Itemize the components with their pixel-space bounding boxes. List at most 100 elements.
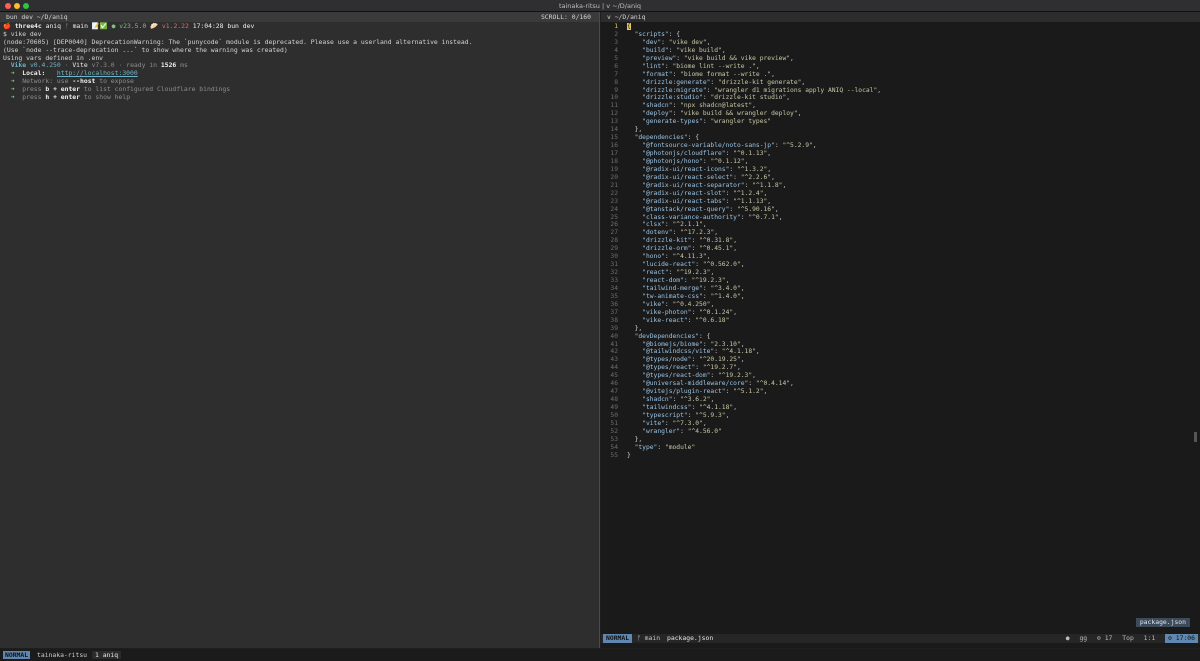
code-token: : {: [687, 134, 700, 142]
code-token: "@types/react": [642, 364, 696, 372]
code-token: ,: [786, 94, 791, 102]
code-line[interactable]: 28 "drizzle-kit": "^0.31.8",: [601, 237, 1200, 245]
terminal-pane[interactable]: bun dev ~/D/aniq SCROLL: 0/160 🍎 three4c…: [0, 12, 600, 648]
code-line[interactable]: 27 "dotenv": "^17.2.3",: [601, 229, 1200, 237]
code-line[interactable]: 34 "tailwind-merge": "^3.4.0",: [601, 285, 1200, 293]
code-line[interactable]: 51 "vite": "^7.3.0",: [601, 420, 1200, 428]
code-line[interactable]: 2 "scripts": {: [601, 31, 1200, 39]
code-line[interactable]: 25 "class-variance-authority": "^0.7.1",: [601, 214, 1200, 222]
code-line[interactable]: 16 "@fontsource-variable/noto-sans-jp": …: [601, 142, 1200, 150]
code-line[interactable]: 52 "wrangler": "^4.56.0": [601, 428, 1200, 436]
code-line[interactable]: 35 "tw-animate-css": "^1.4.0",: [601, 293, 1200, 301]
code-token: "shadcn": [642, 102, 673, 110]
code-line[interactable]: 42 "@tailwindcss/vite": "^4.1.18",: [601, 348, 1200, 356]
code-line[interactable]: 12 "deploy": "vike build && wrangler dep…: [601, 110, 1200, 118]
code-line[interactable]: 40 "devDependencies": {: [601, 333, 1200, 341]
code-text: "@radix-ui/react-slot": "^1.2.4",: [627, 190, 767, 198]
line-number: 35: [610, 292, 618, 300]
line-number: 32: [610, 269, 618, 277]
code-line[interactable]: 37 "vike-photon": "^0.1.24",: [601, 309, 1200, 317]
code-line[interactable]: 43 "@types/node": "^20.19.25",: [601, 356, 1200, 364]
code-line[interactable]: 20 "@radix-ui/react-select": "^2.2.6",: [601, 174, 1200, 182]
code-line[interactable]: 26 "clsx": "^2.1.1",: [601, 221, 1200, 229]
code-line[interactable]: 48 "shadcn": "^3.6.2",: [601, 396, 1200, 404]
code-line[interactable]: 4 "build": "vike build",: [601, 47, 1200, 55]
line-number: 34: [610, 284, 618, 292]
line-number: 50: [610, 411, 618, 419]
line-number: 17: [610, 150, 618, 157]
code-line[interactable]: 38 "vike-react": "^0.6.18": [601, 317, 1200, 325]
code-line[interactable]: 23 "@radix-ui/react-tabs": "^1.1.13",: [601, 198, 1200, 206]
code-line[interactable]: 5 "preview": "vike build && vike preview…: [601, 55, 1200, 63]
code-line[interactable]: 36 "vike": "^0.4.250",: [601, 301, 1200, 309]
code-line[interactable]: 30 "hono": "^4.11.3",: [601, 253, 1200, 261]
code-token: ,: [744, 157, 749, 165]
code-line[interactable]: 47 "@vitejs/plugin-react": "^5.1.2",: [601, 388, 1200, 396]
code-token: ,: [782, 181, 787, 189]
code-text: "lucide-react": "^0.562.0",: [627, 261, 744, 269]
code-line[interactable]: 17 "@photonjs/cloudflare": "^0.1.13",: [601, 150, 1200, 158]
code-token: ,: [877, 86, 882, 94]
line-number: 40: [610, 332, 618, 340]
code-text: "vike-photon": "^0.1.24",: [627, 309, 737, 317]
line-number: 13: [610, 118, 618, 126]
code-line[interactable]: 21 "@radix-ui/react-separator": "^1.1.8"…: [601, 182, 1200, 190]
code-line[interactable]: 14 },: [601, 126, 1200, 134]
code-text: "@radix-ui/react-select": "^2.2.6",: [627, 174, 775, 182]
code-token: "drizzle-orm": [642, 245, 692, 253]
code-line[interactable]: 46 "@universal-middleware/core": "^0.4.1…: [601, 380, 1200, 388]
window-title: tainaka-ritsu | v ~/D/aniq: [558, 2, 642, 10]
code-line[interactable]: 1{: [601, 23, 1200, 31]
code-line[interactable]: 19 "@radix-ui/react-icons": "^1.3.2",: [601, 166, 1200, 174]
code-line[interactable]: 11 "shadcn": "npx shadcn@latest",: [601, 102, 1200, 110]
status-file-name: package.json: [667, 634, 714, 642]
code-line[interactable]: 9 "drizzle:migrate": "wrangler d1 migrat…: [601, 87, 1200, 95]
code-line[interactable]: 44 "@types/react": "^19.2.7",: [601, 364, 1200, 372]
code-token: "@universal-middleware/core": [642, 380, 749, 388]
code-token: "dotenv": [642, 229, 673, 237]
code-line[interactable]: 6 "lint": "biome lint --write .",: [601, 63, 1200, 71]
code-line[interactable]: 22 "@radix-ui/react-slot": "^1.2.4",: [601, 190, 1200, 198]
editor-pane[interactable]: v ~/D/aniq 1{2 "scripts": {3 "dev": "vik…: [601, 12, 1200, 648]
code-line[interactable]: 15 "dependencies": {: [601, 134, 1200, 142]
code-line[interactable]: 10 "drizzle:studio": "drizzle-kit studio…: [601, 94, 1200, 102]
vim-statusline: NORMAL ᚠ main package.json ● gg ⊙ 17 Top…: [601, 634, 1200, 643]
code-line[interactable]: 3 "dev": "vike dev",: [601, 39, 1200, 47]
code-line[interactable]: 31 "lucide-react": "^0.562.0",: [601, 261, 1200, 269]
code-line[interactable]: 32 "react": "^19.2.3",: [601, 269, 1200, 277]
code-line[interactable]: 7 "format": "biome format --write .",: [601, 71, 1200, 79]
line-number: 54: [610, 443, 618, 451]
code-line[interactable]: 50 "typescript": "^5.9.3",: [601, 412, 1200, 420]
line-number: 4: [614, 46, 618, 54]
tmux-window-tab[interactable]: 1 aniq: [92, 651, 122, 659]
code-token: ,: [725, 411, 730, 419]
code-line[interactable]: 33 "react-dom": "^19.2.3",: [601, 277, 1200, 285]
code-line[interactable]: 24 "@tanstack/react-query": "^5.90.16",: [601, 206, 1200, 214]
editor-scrollbar[interactable]: [1194, 432, 1197, 442]
code-text: "class-variance-authority": "^0.7.1",: [627, 214, 782, 222]
modified-dot-icon: ●: [1065, 634, 1070, 642]
code-line[interactable]: 29 "drizzle-orm": "^0.45.1",: [601, 245, 1200, 253]
local-url-link[interactable]: http://localhost:3000: [57, 69, 138, 77]
code-line[interactable]: 45 "@types/react-dom": "^19.2.3",: [601, 372, 1200, 380]
code-line[interactable]: 41 "@biomejs/biome": "2.3.10",: [601, 341, 1200, 349]
code-text: "format": "biome format --write .",: [627, 71, 775, 79]
code-line[interactable]: 55}: [601, 452, 1200, 460]
code-line[interactable]: 53 },: [601, 436, 1200, 444]
code-line[interactable]: 49 "tailwindcss": "^4.1.18",: [601, 404, 1200, 412]
code-text: "vite": "^7.3.0",: [627, 420, 706, 428]
code-line[interactable]: 39 },: [601, 325, 1200, 333]
code-line[interactable]: 18 "@photonjs/hono": "^0.1.12",: [601, 158, 1200, 166]
code-text: "@photonjs/hono": "^0.1.12",: [627, 158, 748, 166]
code-editor[interactable]: 1{2 "scripts": {3 "dev": "vike dev", 4 "b…: [601, 23, 1200, 635]
search-count: ⊙ 17: [1097, 634, 1113, 642]
code-line[interactable]: 8 "drizzle:generate": "drizzle-kit gener…: [601, 79, 1200, 87]
code-line[interactable]: 13 "generate-types": "wrangler types": [601, 118, 1200, 126]
code-token: ,: [706, 38, 711, 46]
code-token: "type": [634, 443, 658, 451]
code-token: ,: [733, 308, 737, 316]
code-line[interactable]: 54 "type": "module": [601, 444, 1200, 452]
